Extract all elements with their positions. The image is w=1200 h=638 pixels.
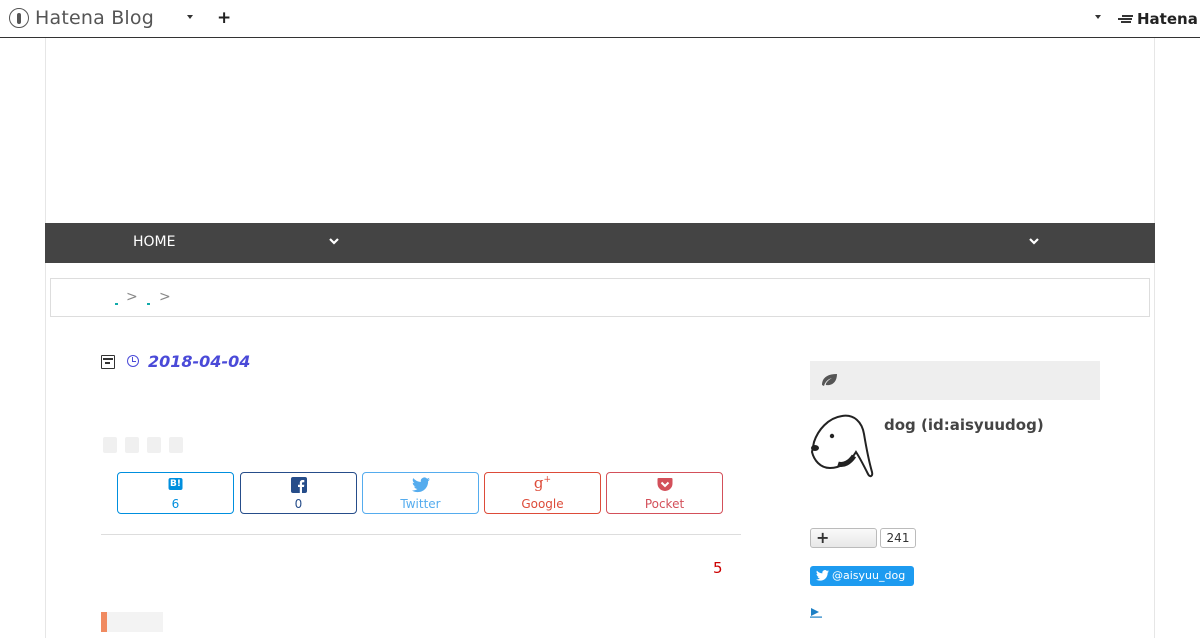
category-tag[interactable]: [169, 437, 183, 453]
google-plus-share-button[interactable]: g+ Google: [484, 472, 601, 514]
brand-menu-caret-icon[interactable]: [187, 15, 193, 19]
hatena-topbar: Hatena Blog + Hatena: [0, 0, 1200, 38]
hatena-logo-link[interactable]: Hatena: [1118, 10, 1198, 28]
follow-button[interactable]: +: [810, 528, 877, 548]
leaf-icon: [822, 374, 837, 386]
breadcrumb-separator: >: [126, 289, 138, 305]
global-nav: HOME: [45, 223, 1155, 263]
related-entries-heading: [101, 612, 163, 632]
article-divider: [101, 534, 741, 535]
category-tag[interactable]: [147, 437, 161, 453]
breadcrumb: > >: [50, 278, 1150, 317]
breadcrumb-separator: >: [159, 289, 171, 305]
google-plus-icon: g+: [533, 474, 552, 492]
facebook-share-button[interactable]: 0: [240, 472, 357, 514]
user-menu-caret-icon[interactable]: [1095, 15, 1101, 19]
post-date[interactable]: 2018-04-04: [148, 352, 250, 371]
hatena-logo-text: Hatena: [1137, 10, 1198, 28]
facebook-share-count: 0: [294, 497, 303, 511]
hatena-bookmark-count: 6: [171, 497, 180, 511]
pocket-share-label: Pocket: [644, 497, 685, 511]
google-share-label: Google: [521, 497, 564, 511]
nav-dropdown-chevron-icon-right[interactable]: [1029, 236, 1039, 246]
sidebar-profile-header: [810, 361, 1100, 400]
hatena-bookmark-icon: B!: [168, 478, 183, 490]
hatena-wings-icon: [1118, 14, 1134, 24]
play-icon[interactable]: [810, 607, 822, 618]
avatar[interactable]: [810, 412, 876, 480]
hatena-bookmark-share-button[interactable]: B! 6: [117, 472, 234, 514]
breadcrumb-link-2[interactable]: [147, 303, 150, 305]
profile-name[interactable]: dog (id:aisyuudog): [884, 416, 1044, 434]
hatena-blog-brand[interactable]: Hatena Blog: [9, 7, 154, 29]
clock-icon: [127, 355, 139, 367]
follower-count[interactable]: 241: [880, 528, 916, 548]
breadcrumb-link-1[interactable]: [115, 303, 118, 305]
calendar-icon: [101, 355, 115, 369]
facebook-icon: [290, 477, 307, 493]
nav-dropdown-chevron-icon[interactable]: [329, 236, 339, 246]
category-tag[interactable]: [125, 437, 139, 453]
pocket-icon: [657, 478, 672, 491]
follow-plus-icon: +: [816, 528, 830, 547]
twitter-handle: @aisyuu_dog: [832, 569, 906, 582]
twitter-share-label: Twitter: [400, 497, 441, 511]
hatena-blog-logo-icon: [9, 8, 29, 28]
nav-home-link[interactable]: HOME: [133, 234, 175, 250]
twitter-follow-button[interactable]: @aisyuu_dog: [810, 566, 914, 586]
twitter-share-button[interactable]: Twitter: [362, 472, 479, 514]
twitter-bird-icon: [816, 570, 829, 581]
brand-text: Hatena Blog: [35, 7, 154, 29]
twitter-bird-icon: [411, 477, 430, 493]
comment-count[interactable]: 5: [713, 559, 723, 577]
page-frame: [45, 38, 1155, 638]
new-entry-button[interactable]: +: [217, 8, 231, 28]
category-tag[interactable]: [103, 437, 117, 453]
pocket-share-button[interactable]: Pocket: [606, 472, 723, 514]
